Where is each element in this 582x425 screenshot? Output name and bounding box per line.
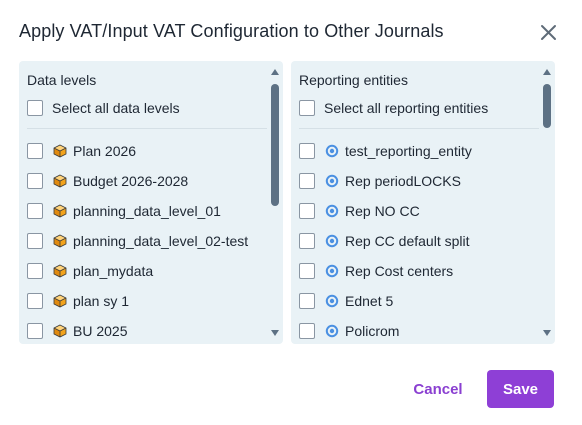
data-level-checkbox[interactable] — [27, 263, 43, 279]
target-circle-icon — [325, 264, 339, 278]
dialog-title: Apply VAT/Input VAT Configuration to Oth… — [19, 21, 444, 41]
reporting-entity-checkbox[interactable] — [299, 263, 315, 279]
data-level-list-item[interactable]: planning_data_level_02-test — [27, 226, 275, 256]
data-level-list-item[interactable]: Plan 2026 — [27, 136, 275, 166]
data-level-checkbox[interactable] — [27, 143, 43, 159]
scroll-down-arrow-icon[interactable] — [270, 329, 280, 337]
reporting-entity-list-item[interactable]: Rep NO CC — [299, 196, 547, 226]
reporting-entity-label: Policrom — [345, 323, 400, 339]
reporting-entity-list-item[interactable]: Rep CC default split — [299, 226, 547, 256]
cube-icon — [53, 144, 67, 158]
select-all-reporting-entities-label: Select all reporting entities — [324, 100, 489, 116]
reporting-entity-label: test_reporting_entity — [345, 143, 472, 159]
data-level-label: Budget 2026-2028 — [73, 173, 189, 189]
data-level-list-item[interactable]: plan sy 1 — [27, 286, 275, 316]
reporting-entity-label: Ednet 5 — [345, 293, 394, 309]
target-circle-icon — [325, 204, 339, 218]
scrollbar-thumb[interactable] — [543, 84, 551, 128]
reporting-entity-label: Rep NO CC — [345, 203, 420, 219]
target-circle-icon — [325, 174, 339, 188]
reporting-entity-label: Rep periodLOCKS — [345, 173, 461, 189]
reporting-entity-checkbox[interactable] — [299, 173, 315, 189]
cancel-button[interactable]: Cancel — [403, 370, 473, 408]
reporting-entity-checkbox[interactable] — [299, 293, 315, 309]
cube-icon — [53, 264, 67, 278]
data-levels-panel: Data levels Select all data levels Plan … — [19, 61, 283, 344]
data-level-list-item[interactable]: planning_data_level_01 — [27, 196, 275, 226]
data-level-list-item[interactable]: Budget 2026-2028 — [27, 166, 275, 196]
target-circle-icon — [325, 294, 339, 308]
scroll-up-arrow-icon[interactable] — [542, 68, 552, 76]
data-level-label: Plan 2026 — [73, 143, 137, 159]
data-level-checkbox[interactable] — [27, 233, 43, 249]
reporting-entity-list-item[interactable]: Rep periodLOCKS — [299, 166, 547, 196]
cube-icon — [53, 174, 67, 188]
data-level-label: BU 2025 — [73, 323, 128, 339]
cube-icon — [53, 324, 67, 338]
cube-icon — [53, 234, 67, 248]
data-level-label: plan_mydata — [73, 263, 154, 279]
data-level-checkbox[interactable] — [27, 173, 43, 189]
data-level-checkbox[interactable] — [27, 293, 43, 309]
divider — [27, 128, 267, 129]
save-button[interactable]: Save — [487, 370, 554, 408]
close-button[interactable] — [538, 22, 560, 44]
reporting-entities-heading: Reporting entities — [299, 72, 408, 88]
select-all-data-levels[interactable]: Select all data levels — [27, 98, 180, 118]
reporting-entity-label: Rep Cost centers — [345, 263, 454, 279]
reporting-entity-list-item[interactable]: Rep Cost centers — [299, 256, 547, 286]
reporting-entity-checkbox[interactable] — [299, 203, 315, 219]
data-level-label: plan sy 1 — [73, 293, 130, 309]
select-all-reporting-entities[interactable]: Select all reporting entities — [299, 98, 488, 118]
data-level-checkbox[interactable] — [27, 203, 43, 219]
data-level-list-item[interactable]: plan_mydata — [27, 256, 275, 286]
close-icon[interactable] — [538, 22, 560, 44]
data-levels-list: Plan 2026 Budget 2026-2028 planning_data_l… — [27, 136, 275, 344]
target-circle-icon — [325, 324, 339, 338]
reporting-entities-panel: Reporting entities Select all reporting … — [291, 61, 555, 344]
select-all-data-levels-label: Select all data levels — [52, 100, 180, 116]
select-all-data-levels-checkbox[interactable] — [27, 100, 43, 116]
reporting-entity-list-item[interactable]: Policrom — [299, 316, 547, 344]
select-all-reporting-entities-checkbox[interactable] — [299, 100, 315, 116]
cube-icon — [53, 204, 67, 218]
target-circle-icon — [325, 234, 339, 248]
data-level-label: planning_data_level_02-test — [73, 233, 249, 249]
data-level-list-item[interactable]: BU 2025 — [27, 316, 275, 344]
data-levels-heading: Data levels — [27, 72, 97, 88]
data-level-checkbox[interactable] — [27, 323, 43, 339]
reporting-entity-checkbox[interactable] — [299, 233, 315, 249]
target-circle-icon — [325, 144, 339, 158]
cube-icon — [53, 294, 67, 308]
scroll-up-arrow-icon[interactable] — [270, 68, 280, 76]
reporting-entity-checkbox[interactable] — [299, 323, 315, 339]
divider — [299, 128, 539, 129]
reporting-entities-list: test_reporting_entity Rep periodLOCKS Rep … — [299, 136, 547, 344]
reporting-entity-checkbox[interactable] — [299, 143, 315, 159]
reporting-entity-list-item[interactable]: test_reporting_entity — [299, 136, 547, 166]
reporting-entity-label: Rep CC default split — [345, 233, 470, 249]
data-level-label: planning_data_level_01 — [73, 203, 221, 219]
reporting-entity-list-item[interactable]: Ednet 5 — [299, 286, 547, 316]
scroll-down-arrow-icon[interactable] — [542, 329, 552, 337]
scrollbar-thumb[interactable] — [271, 84, 279, 206]
